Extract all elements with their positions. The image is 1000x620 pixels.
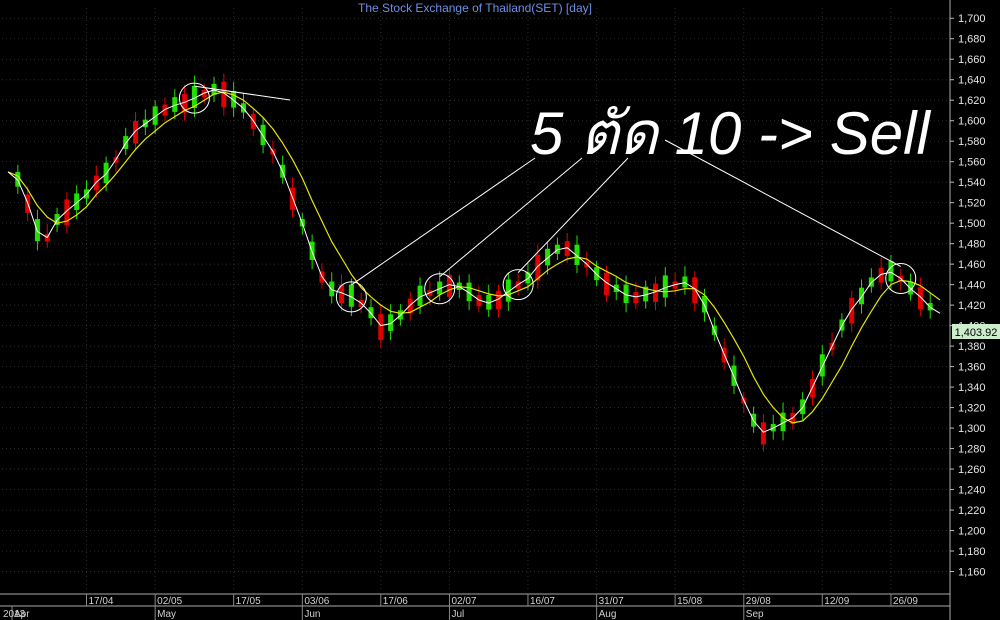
x-tick-label: 17/06 <box>383 596 408 607</box>
annotation-callout: 5 ตัด 10 -> Sell <box>530 100 931 167</box>
y-tick-label: 1,580 <box>958 136 986 148</box>
y-tick-label: 1,460 <box>958 259 986 271</box>
y-tick-label: 1,360 <box>958 362 986 374</box>
y-tick-label: 1,540 <box>958 177 986 189</box>
y-tick-label: 1,480 <box>958 239 986 251</box>
candle-down <box>760 422 766 445</box>
y-tick-label: 1,640 <box>958 75 986 87</box>
year-label: 2013 <box>3 609 26 620</box>
x-tick-label: 26/09 <box>893 596 918 607</box>
month-label: Jul <box>451 609 464 620</box>
candle-up <box>662 275 668 298</box>
x-tick-label: 31/07 <box>599 596 624 607</box>
y-tick-label: 1,440 <box>958 280 986 292</box>
y-tick-label: 1,600 <box>958 116 986 128</box>
x-tick-label: 29/08 <box>746 596 771 607</box>
y-tick-label: 1,300 <box>958 423 986 435</box>
y-tick-label: 1,520 <box>958 198 986 210</box>
candle-down <box>378 314 384 340</box>
month-label: Jun <box>304 609 320 620</box>
y-tick-label: 1,280 <box>958 444 986 456</box>
candle-up <box>329 281 335 297</box>
x-tick-label: 03/06 <box>304 596 329 607</box>
candle-down <box>633 292 639 304</box>
month-label: May <box>157 609 176 620</box>
candle-up <box>260 124 266 146</box>
x-tick-label: 02/07 <box>451 596 476 607</box>
y-tick-label: 1,180 <box>958 546 986 558</box>
candle-down <box>849 297 855 324</box>
y-tick-label: 1,560 <box>958 157 986 169</box>
x-tick-label: 15/08 <box>677 596 702 607</box>
last-price-tag: 1,403.92 <box>952 324 1000 339</box>
candle-down <box>162 104 168 116</box>
y-tick-label: 1,320 <box>958 403 986 415</box>
y-tick-label: 1,220 <box>958 505 986 517</box>
y-tick-label: 1,700 <box>958 13 986 25</box>
last-price-label: 1,403.92 <box>955 327 998 339</box>
y-tick-label: 1,260 <box>958 464 986 476</box>
candle-down <box>133 121 139 144</box>
y-tick-label: 1,200 <box>958 526 986 538</box>
y-tick-label: 1,420 <box>958 300 986 312</box>
y-tick-label: 1,160 <box>958 567 986 579</box>
x-tick-label: 16/07 <box>530 596 555 607</box>
candle-up <box>819 354 825 377</box>
y-tick-label: 1,340 <box>958 382 986 394</box>
chart-title: The Stock Exchange of Thailand(SET) [day… <box>358 1 592 15</box>
y-tick-label: 1,240 <box>958 485 986 497</box>
x-tick-label: 02/05 <box>157 596 182 607</box>
y-tick-label: 1,380 <box>958 341 986 353</box>
y-tick-label: 1,660 <box>958 54 986 66</box>
x-tick-label: 17/04 <box>88 596 113 607</box>
candle-up <box>888 261 894 282</box>
candle-up <box>682 276 688 288</box>
y-tick-label: 1,680 <box>958 34 986 46</box>
candle-up <box>103 162 109 183</box>
x-tick-label: 12/09 <box>824 596 849 607</box>
y-tick-label: 1,620 <box>958 95 986 107</box>
month-label: Sep <box>746 609 764 620</box>
month-label: Aug <box>599 609 617 620</box>
candle-up <box>594 267 600 281</box>
y-tick-label: 1,500 <box>958 218 986 230</box>
x-tick-label: 17/05 <box>236 596 261 607</box>
set-daily-chart: 1,700 1,680 1,660 1,640 1,620 1,600 1,580 1,560… <box>0 0 1000 620</box>
